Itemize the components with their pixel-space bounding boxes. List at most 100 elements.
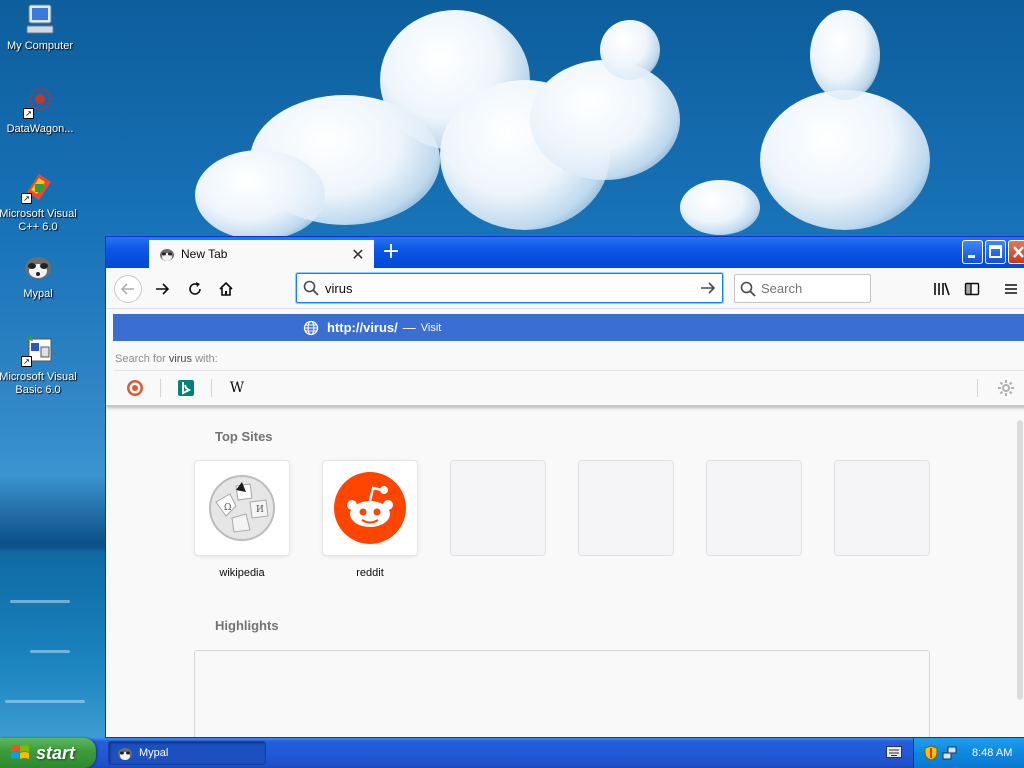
cloud <box>760 90 930 230</box>
network-icon[interactable] <box>942 745 958 761</box>
minimize-icon <box>968 255 975 258</box>
engine-divider <box>211 379 212 397</box>
menu-button[interactable] <box>997 275 1024 303</box>
top-sites-heading: Top Sites <box>215 429 273 444</box>
desktop-icon-label: Mypal <box>23 288 53 300</box>
url-bar[interactable] <box>296 273 723 303</box>
shortcut-arrow-icon: ↗ <box>23 108 34 119</box>
scrollbar[interactable] <box>1017 420 1023 700</box>
top-site-empty[interactable] <box>450 460 546 556</box>
engine-divider <box>160 379 161 397</box>
suggestion-url: http://virus/ <box>327 320 398 335</box>
search-bar[interactable] <box>734 274 871 303</box>
minimize-button[interactable] <box>962 240 983 264</box>
clock: 8:48 AM <box>972 747 1013 759</box>
reddit-icon <box>334 472 406 544</box>
new-tab-button[interactable]: + <box>378 240 404 266</box>
maximize-button[interactable] <box>985 240 1006 264</box>
arrow-right-icon <box>156 283 170 295</box>
taskbar-item-mypal[interactable]: Mypal <box>108 741 266 765</box>
tile-label: reddit <box>356 567 384 579</box>
system-tray: 8:48 AM <box>913 738 1024 768</box>
security-shield-icon[interactable] <box>924 745 938 761</box>
mypal-raccoon-icon <box>159 246 175 262</box>
title-bar[interactable]: New Tab ✕ + <box>106 237 1024 268</box>
back-button[interactable] <box>114 275 142 303</box>
gear-icon[interactable] <box>995 377 1017 399</box>
desktop-icon-label: My Computer <box>6 40 74 52</box>
top-site-empty[interactable] <box>706 460 802 556</box>
go-arrow-icon[interactable] <box>694 280 722 296</box>
top-site-reddit[interactable] <box>322 460 418 556</box>
search-icon <box>297 280 325 296</box>
cloud <box>600 20 660 80</box>
visual-basic-icon: ↗ <box>21 333 55 367</box>
label-line: Microsoft Visual <box>0 371 77 383</box>
highlights-area <box>194 650 930 737</box>
sea-glint <box>30 650 70 653</box>
library-button[interactable] <box>928 275 956 303</box>
desktop-icon-label: DataWagon... <box>6 123 74 135</box>
reload-icon <box>189 282 201 295</box>
label-line: Basic 6.0 <box>15 384 61 396</box>
maximize-icon <box>989 245 1002 258</box>
sidebar-icon <box>964 282 980 296</box>
suggestion-visit-row[interactable]: http://virus/ — Visit <box>113 314 1024 341</box>
mypal-raccoon-icon <box>118 748 132 760</box>
bing-icon[interactable] <box>175 377 197 399</box>
search-engine-bar: W <box>115 370 1024 404</box>
forward-button[interactable] <box>148 275 176 303</box>
desktop-icon-my-computer[interactable]: My Computer <box>0 2 80 53</box>
close-window-button[interactable] <box>1008 240 1024 264</box>
search-for-suffix: with: <box>195 353 218 365</box>
desktop-icon-label: Microsoft Visual Basic 6.0 <box>0 371 78 397</box>
label-line: C++ 6.0 <box>18 221 58 233</box>
url-input[interactable] <box>325 280 694 296</box>
desktop-icon-mypal[interactable]: Mypal <box>0 250 78 301</box>
top-site-empty[interactable] <box>834 460 930 556</box>
wikipedia-icon[interactable]: W <box>226 377 248 399</box>
duckduckgo-icon[interactable] <box>124 377 146 399</box>
search-for-term: virus <box>168 353 193 365</box>
desktop-icon-visual-cpp[interactable]: ↗ Microsoft Visual C++ 6.0 <box>0 170 78 234</box>
svg-text:Ω: Ω <box>224 503 231 513</box>
shortcut-arrow-icon: ↗ <box>21 193 32 204</box>
windows-logo-icon <box>11 745 29 759</box>
search-input[interactable] <box>761 281 870 296</box>
library-icon <box>934 282 950 296</box>
tile-label: wikipedia <box>219 567 265 579</box>
cloud <box>810 10 880 100</box>
cloud <box>680 180 760 235</box>
hamburger-menu-icon <box>1005 284 1017 294</box>
wikipedia-globe-icon: Ω И <box>209 475 275 541</box>
tab-new-tab[interactable]: New Tab ✕ <box>149 238 374 268</box>
cloud <box>530 60 680 180</box>
top-site-wikipedia[interactable]: Ω И <box>194 460 290 556</box>
start-label: start <box>36 742 76 763</box>
sea-glint <box>5 700 85 703</box>
desktop-icon-datawagon[interactable]: ↗ DataWagon... <box>0 85 80 136</box>
sidebar-button[interactable] <box>958 275 986 303</box>
reload-button[interactable] <box>181 275 209 303</box>
datawagon-icon: ↗ <box>23 85 57 119</box>
home-button[interactable] <box>212 275 240 303</box>
computer-icon <box>23 2 57 36</box>
mypal-raccoon-icon <box>21 250 55 284</box>
browser-window: New Tab ✕ + virus Search Top Sites Ω И w… <box>105 236 1024 738</box>
shortcut-arrow-icon: ↗ <box>21 356 32 367</box>
taskbar-item-label: Mypal <box>139 747 169 759</box>
highlights-heading: Highlights <box>215 618 279 633</box>
search-icon <box>735 281 761 297</box>
keyboard-icon[interactable] <box>886 746 902 758</box>
suggestion-action: Visit <box>420 321 442 334</box>
svg-text:И: И <box>256 505 264 515</box>
visual-cpp-icon: ↗ <box>21 170 55 204</box>
top-site-empty[interactable] <box>578 460 674 556</box>
tab-title: New Tab <box>181 247 228 261</box>
engine-divider <box>977 379 978 397</box>
tab-close-icon[interactable]: ✕ <box>348 245 368 264</box>
start-button[interactable]: start <box>0 738 96 768</box>
desktop-icon-visual-basic[interactable]: ↗ Microsoft Visual Basic 6.0 <box>0 333 78 397</box>
arrow-left-icon <box>120 283 134 295</box>
close-icon <box>1013 246 1024 258</box>
